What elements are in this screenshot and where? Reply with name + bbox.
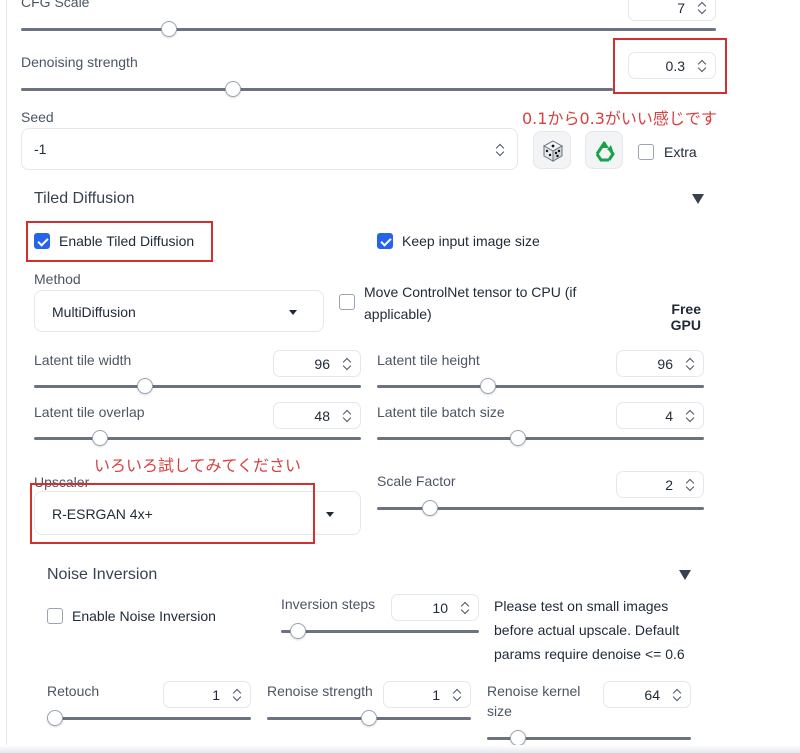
tile-height-slider[interactable] — [377, 385, 704, 388]
keep-input-size-label: Keep input image size — [402, 233, 540, 249]
enable-tiled-diffusion-checkbox[interactable] — [34, 233, 50, 249]
renoise-strength-input[interactable]: 1 — [383, 681, 471, 708]
collapse-triangle-icon[interactable] — [679, 570, 691, 580]
retouch-slider[interactable] — [47, 717, 251, 720]
tile-width-slider[interactable] — [34, 385, 361, 388]
panel-border — [6, 0, 7, 753]
enable-noise-inversion-checkbox[interactable] — [47, 608, 63, 624]
tile-batch-slider[interactable] — [377, 437, 704, 440]
scale-factor-slider-thumb[interactable] — [422, 500, 438, 516]
spinner-icon[interactable] — [697, 0, 707, 15]
extra-checkbox[interactable] — [638, 144, 654, 160]
chevron-down-icon — [289, 310, 297, 315]
renoise-kernel-slider-thumb[interactable] — [510, 730, 526, 746]
retouch-input[interactable]: 1 — [163, 681, 251, 708]
move-controlnet-checkbox[interactable] — [339, 294, 355, 310]
highlight-box-denoise — [613, 38, 727, 94]
seed-input[interactable]: -1 — [21, 128, 518, 170]
cfg-scale-slider-thumb[interactable] — [161, 21, 177, 37]
random-seed-button[interactable] — [533, 131, 571, 169]
spinner-icon[interactable] — [460, 600, 470, 615]
dice-icon — [542, 140, 564, 162]
move-controlnet-label-1: Move ControlNet tensor to CPU (if — [364, 284, 577, 300]
tile-batch-input[interactable]: 4 — [616, 402, 704, 429]
tile-width-input[interactable]: 96 — [273, 350, 361, 377]
chevron-down-icon — [326, 512, 334, 517]
cfg-scale-slider[interactable] — [21, 28, 716, 31]
spinner-icon[interactable] — [342, 408, 352, 423]
tile-batch-label: Latent tile batch size — [377, 404, 505, 420]
inversion-steps-slider-thumb[interactable] — [290, 623, 306, 639]
spinner-icon[interactable] — [685, 356, 695, 371]
renoise-kernel-input[interactable]: 64 — [603, 681, 691, 708]
scale-factor-label: Scale Factor — [377, 473, 456, 489]
method-label: Method — [34, 271, 81, 287]
denoise-label: Denoising strength — [21, 54, 138, 70]
tile-height-label: Latent tile height — [377, 352, 480, 368]
inversion-steps-input[interactable]: 10 — [391, 594, 479, 621]
method-dropdown[interactable]: MultiDiffusion — [34, 290, 324, 332]
renoise-kernel-label-1: Renoise kernel — [487, 683, 581, 699]
cfg-scale-input[interactable]: 7 — [628, 0, 716, 21]
annotation-upscaler-note: いろいろ試してみてください — [94, 456, 302, 475]
highlight-box-upscaler — [30, 483, 315, 544]
annotation-denoise-note: 0.1から0.3がいい感じです — [522, 109, 717, 128]
seed-label: Seed — [21, 109, 54, 125]
tile-overlap-slider[interactable] — [34, 437, 361, 440]
retouch-slider-thumb[interactable] — [47, 710, 63, 726]
scale-factor-input[interactable]: 2 — [616, 471, 704, 498]
spinner-icon[interactable] — [685, 477, 695, 492]
retouch-label: Retouch — [47, 683, 100, 699]
enable-noise-inversion-label: Enable Noise Inversion — [72, 608, 216, 624]
move-controlnet-label-2: applicable) — [364, 306, 432, 322]
tile-overlap-label: Latent tile overlap — [34, 404, 145, 420]
tiled-diffusion-title: Tiled Diffusion — [34, 190, 135, 207]
recycle-icon — [595, 141, 615, 162]
spinner-icon[interactable] — [342, 356, 352, 371]
renoise-strength-label: Renoise strength — [267, 683, 373, 699]
tile-width-slider-thumb[interactable] — [137, 378, 153, 394]
inversion-steps-slider[interactable] — [281, 630, 479, 633]
noise-note-line-3: params require denoise <= 0.6 — [494, 646, 685, 662]
spinner-icon[interactable] — [232, 687, 242, 702]
spinner-icon[interactable] — [672, 687, 682, 702]
spinner-icon[interactable] — [685, 408, 695, 423]
spinner-icon[interactable] — [452, 687, 462, 702]
collapse-triangle-icon[interactable] — [692, 194, 704, 204]
renoise-strength-slider-thumb[interactable] — [361, 710, 377, 726]
renoise-kernel-label-2: size — [487, 703, 512, 719]
inversion-steps-label: Inversion steps — [281, 596, 376, 612]
enable-tiled-diffusion-label: Enable Tiled Diffusion — [59, 233, 195, 249]
tile-batch-slider-thumb[interactable] — [510, 430, 526, 446]
keep-input-size-checkbox[interactable] — [377, 233, 393, 249]
reuse-seed-button[interactable] — [585, 131, 623, 169]
extra-label: Extra — [664, 144, 697, 160]
spinner-icon[interactable] — [495, 142, 505, 157]
denoise-slider-thumb[interactable] — [225, 81, 241, 97]
cfg-scale-label: CFG Scale — [21, 0, 90, 10]
noise-note-line-1: Please test on small images — [494, 598, 669, 614]
denoise-slider[interactable] — [21, 88, 613, 91]
tile-overlap-slider-thumb[interactable] — [92, 430, 108, 446]
free-gpu-button[interactable]: Free GPU — [669, 301, 701, 333]
bottom-edge — [0, 745, 800, 753]
tile-width-label: Latent tile width — [34, 352, 132, 368]
tile-height-slider-thumb[interactable] — [480, 378, 496, 394]
tile-overlap-input[interactable]: 48 — [273, 402, 361, 429]
tile-height-input[interactable]: 96 — [616, 350, 704, 377]
noise-note-line-2: before actual upscale. Default — [494, 622, 680, 638]
noise-inversion-title: Noise Inversion — [47, 566, 158, 583]
